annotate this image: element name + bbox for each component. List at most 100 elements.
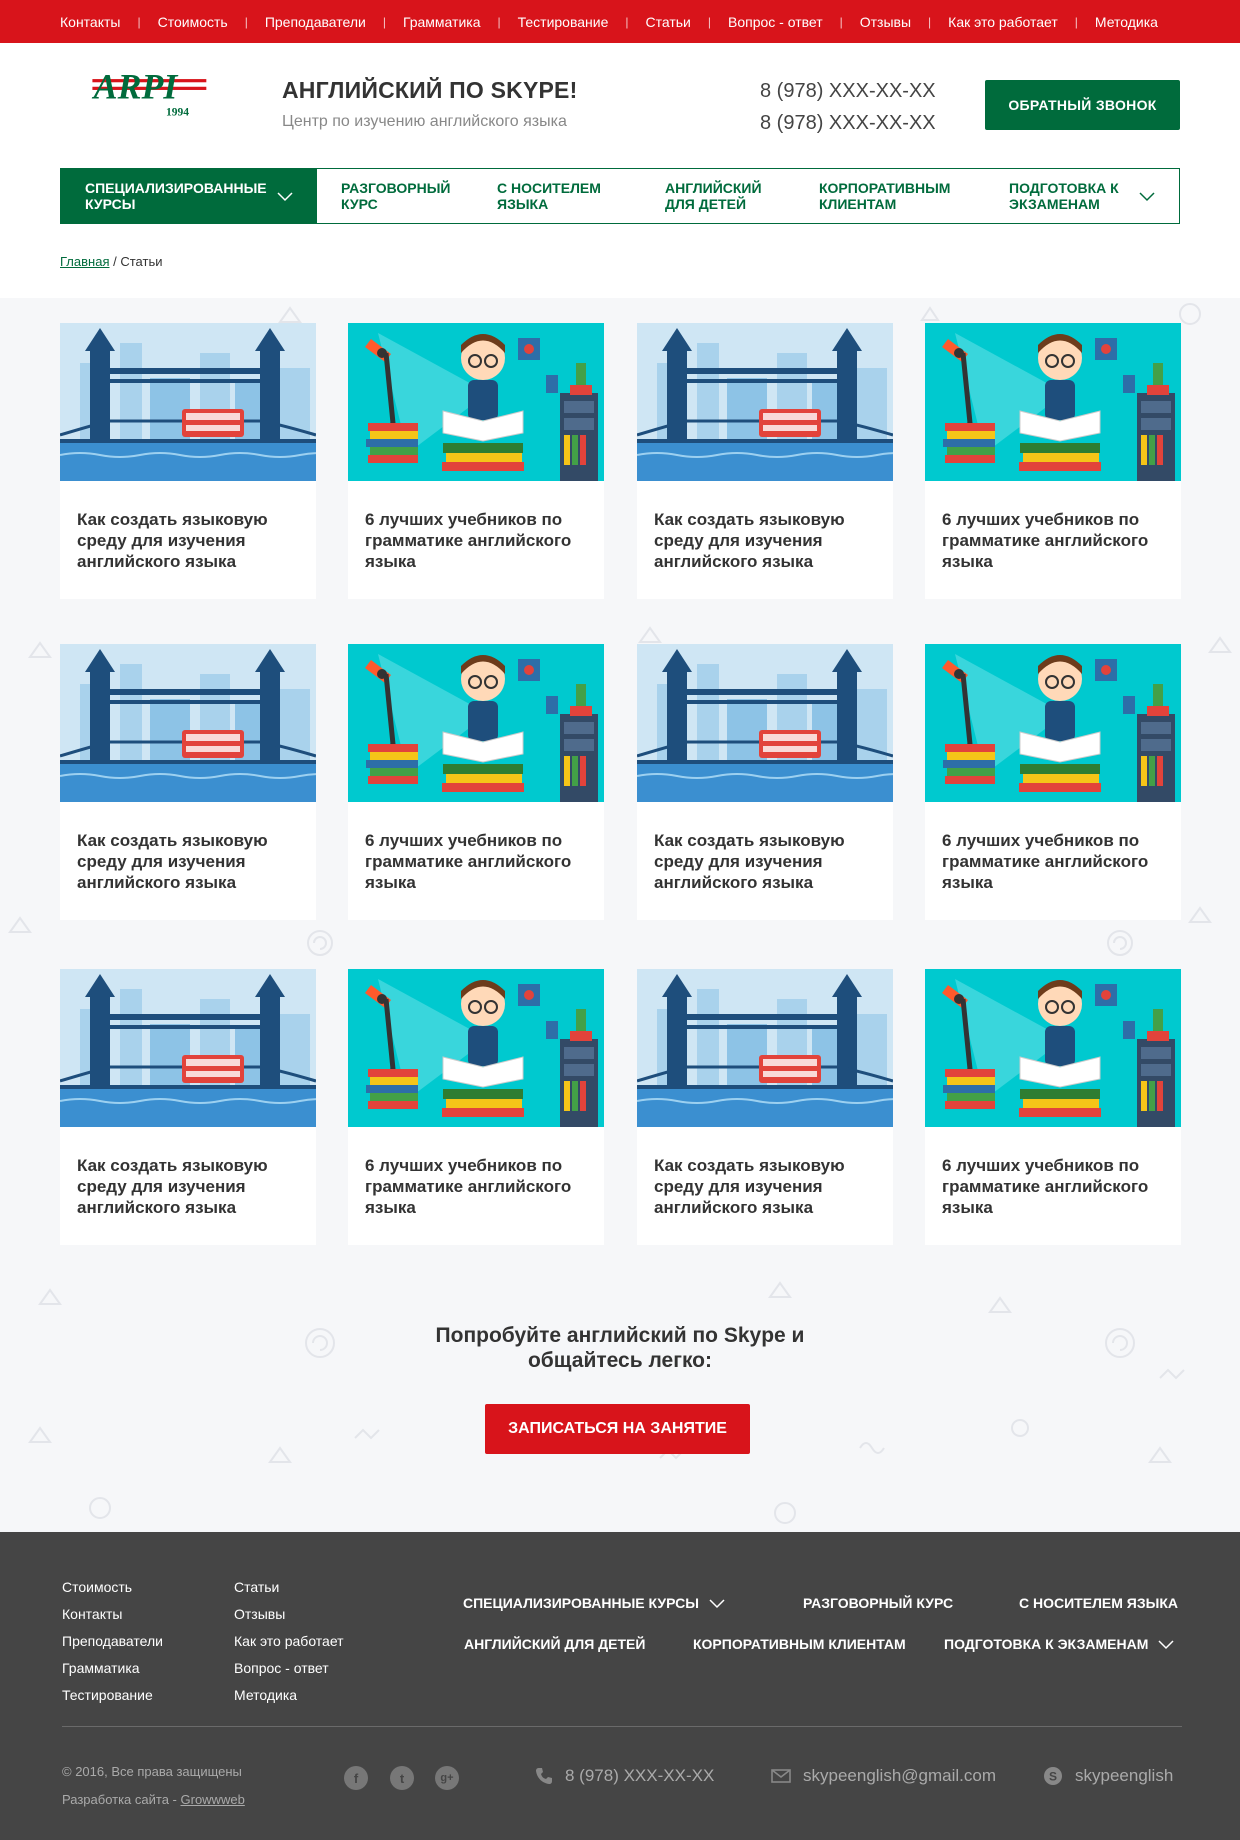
article-card[interactable]: 6 лучших учебников по грамматике английс… — [925, 644, 1181, 920]
google-plus-icon[interactable]: g+ — [435, 1766, 459, 1790]
tower-bridge-illustration — [637, 969, 893, 1127]
nav-item-corporate[interactable]: КОРПОРАТИВНЫМ КЛИЕНТАМ — [795, 169, 985, 223]
article-title[interactable]: Как создать языковую среду для изучения … — [77, 830, 302, 893]
footer-nav-kids[interactable]: АНГЛИЙСКИЙ ДЛЯ ДЕТЕЙ — [464, 1636, 645, 1652]
topbar-link-teachers[interactable]: Преподаватели — [265, 14, 366, 30]
article-thumbnail[interactable] — [60, 644, 316, 802]
nav-item-exam-prep[interactable]: ПОДГОТОВКА К ЭКЗАМЕНАМ — [985, 169, 1179, 223]
signup-lesson-button[interactable]: ЗАПИСАТЬСЯ НА ЗАНЯТИЕ — [485, 1404, 750, 1454]
article-thumbnail[interactable] — [637, 644, 893, 802]
footer-link[interactable]: Как это работает — [234, 1628, 344, 1655]
tower-bridge-illustration — [60, 644, 316, 802]
header-phones: 8 (978) XXX-XX-XX 8 (978) XXX-XX-XX — [760, 75, 936, 139]
footer-phone[interactable]: 8 (978) XXX-XX-XX — [535, 1766, 714, 1786]
nav-item-kids[interactable]: АНГЛИЙСКИЙ ДЛЯ ДЕТЕЙ — [641, 169, 795, 223]
topbar-link-articles[interactable]: Статьи — [646, 14, 691, 30]
header-phone[interactable]: 8 (978) XXX-XX-XX — [760, 75, 936, 107]
nav-item-conversational[interactable]: РАЗГОВОРНЫЙ КУРС — [317, 169, 473, 223]
article-thumbnail[interactable] — [925, 644, 1181, 802]
footer-link[interactable]: Отзывы — [234, 1601, 344, 1628]
article-title[interactable]: 6 лучших учебников по грамматике английс… — [365, 830, 590, 893]
site-logo[interactable]: ARPI 1994 — [60, 65, 240, 145]
article-card[interactable]: 6 лучших учебников по грамматике английс… — [348, 323, 604, 599]
article-card[interactable]: Как создать языковую среду для изучения … — [637, 323, 893, 599]
footer-link[interactable]: Методика — [234, 1682, 344, 1709]
topbar-link-testing[interactable]: Тестирование — [518, 14, 609, 30]
article-card[interactable]: Как создать языковую среду для изучения … — [637, 969, 893, 1245]
twitter-icon[interactable]: t — [390, 1766, 414, 1790]
cta-line: общайтесь легко: — [527, 1349, 713, 1372]
article-card[interactable]: 6 лучших учебников по грамматике английс… — [348, 969, 604, 1245]
header-phone[interactable]: 8 (978) XXX-XX-XX — [760, 107, 936, 139]
article-thumbnail[interactable] — [348, 969, 604, 1127]
footer-nav-corporate[interactable]: КОРПОРАТИВНЫМ КЛИЕНТАМ — [693, 1636, 906, 1652]
footer-nav-conversational[interactable]: РАЗГОВОРНЫЙ КУРС — [803, 1595, 953, 1611]
topbar-link-price[interactable]: Стоимость — [158, 14, 228, 30]
svg-text:1994: 1994 — [166, 107, 189, 119]
article-title[interactable]: 6 лучших учебников по грамматике английс… — [365, 509, 590, 572]
skype-icon: S — [1044, 1767, 1062, 1785]
article-thumbnail[interactable] — [637, 323, 893, 481]
article-card[interactable]: 6 лучших учебников по грамматике английс… — [348, 644, 604, 920]
article-card[interactable]: Как создать языковую среду для изучения … — [60, 969, 316, 1245]
breadcrumb-home-link[interactable]: Главная — [60, 254, 109, 269]
topbar-link-contacts[interactable]: Контакты — [60, 14, 120, 30]
article-title[interactable]: 6 лучших учебников по грамматике английс… — [942, 1155, 1167, 1218]
student-reading-illustration — [925, 323, 1181, 481]
topbar-separator: | — [137, 14, 141, 29]
footer-nav-label: АНГЛИЙСКИЙ ДЛЯ ДЕТЕЙ — [464, 1636, 646, 1652]
nav-item-native-speaker[interactable]: С НОСИТЕЛЕМ ЯЗЫКА — [473, 169, 641, 223]
article-thumbnail[interactable] — [60, 323, 316, 481]
topbar-link-faq[interactable]: Вопрос - ответ — [728, 14, 823, 30]
footer-link[interactable]: Вопрос - ответ — [234, 1655, 344, 1682]
footer-link[interactable]: Стоимость — [62, 1574, 163, 1601]
callback-button[interactable]: ОБРАТНЫЙ ЗВОНОК — [985, 80, 1180, 130]
article-title[interactable]: 6 лучших учебников по грамматике английс… — [365, 1155, 590, 1218]
article-thumbnail[interactable] — [348, 323, 604, 481]
footer-link[interactable]: Тестирование — [62, 1682, 163, 1709]
article-title[interactable]: Как создать языковую среду для изучения … — [654, 830, 879, 893]
topbar-link-method[interactable]: Методика — [1095, 14, 1158, 30]
nav-item-specialized-courses[interactable]: СПЕЦИАЛИЗИРОВАННЫЕ КУРСЫ — [61, 169, 317, 223]
footer-skype[interactable]: S skypeenglish — [1043, 1766, 1173, 1786]
nav-item-label: АНГЛИЙСКИЙ ДЛЯ ДЕТЕЙ — [665, 180, 762, 212]
topbar-link-grammar[interactable]: Грамматика — [403, 14, 481, 30]
footer-email[interactable]: skypeenglish@gmail.com — [771, 1766, 996, 1786]
article-title[interactable]: Как создать языковую среду для изучения … — [654, 509, 879, 572]
footer-nav-exam-prep[interactable]: ПОДГОТОВКА К ЭКЗАМЕНАМ — [944, 1636, 1174, 1652]
copyright-text: © 2016, Все права защищены — [62, 1764, 242, 1779]
footer-nav-label: СПЕЦИАЛИЗИРОВАННЫЕ КУРСЫ — [463, 1595, 699, 1611]
article-thumbnail[interactable] — [925, 323, 1181, 481]
article-thumbnail[interactable] — [637, 969, 893, 1127]
article-thumbnail[interactable] — [348, 644, 604, 802]
topbar-separator: | — [928, 14, 932, 29]
nav-item-label: ПОДГОТОВКА К ЭКЗАМЕНАМ — [1009, 180, 1119, 212]
footer-link[interactable]: Контакты — [62, 1601, 163, 1628]
article-title[interactable]: 6 лучших учебников по грамматике английс… — [942, 509, 1167, 572]
article-card[interactable]: 6 лучших учебников по грамматике английс… — [925, 969, 1181, 1245]
article-title[interactable]: 6 лучших учебников по грамматике английс… — [942, 830, 1167, 893]
topbar-link-how-it-works[interactable]: Как это работает — [948, 14, 1058, 30]
footer-link[interactable]: Грамматика — [62, 1655, 163, 1682]
article-card[interactable]: 6 лучших учебников по грамматике английс… — [925, 323, 1181, 599]
article-title[interactable]: Как создать языковую среду для изучения … — [654, 1155, 879, 1218]
article-card[interactable]: Как создать языковую среду для изучения … — [60, 323, 316, 599]
footer-nav-specialized-courses[interactable]: СПЕЦИАЛИЗИРОВАННЫЕ КУРСЫ — [463, 1595, 725, 1611]
article-title[interactable]: Как создать языковую среду для изучения … — [77, 509, 302, 572]
article-title[interactable]: Как создать языковую среду для изучения … — [77, 1155, 302, 1218]
article-card[interactable]: Как создать языковую среду для изучения … — [60, 644, 316, 920]
article-thumbnail[interactable] — [60, 969, 316, 1127]
facebook-icon[interactable]: f — [344, 1766, 368, 1790]
footer-link[interactable]: Преподаватели — [62, 1628, 163, 1655]
article-thumbnail[interactable] — [925, 969, 1181, 1127]
footer-link[interactable]: Статьи — [234, 1574, 344, 1601]
cta-line: Попробуйте английский по Skype и — [435, 1324, 805, 1347]
article-card[interactable]: Как создать языковую среду для изучения … — [637, 644, 893, 920]
developer-link[interactable]: Growwweb — [181, 1792, 245, 1807]
breadcrumb-current: Статьи — [120, 254, 163, 269]
footer-nav-native-speaker[interactable]: С НОСИТЕЛЕМ ЯЗЫКА — [1019, 1595, 1178, 1611]
topbar-separator: | — [1074, 14, 1078, 29]
brand-subtitle: Центр по изучению английского языка — [282, 113, 567, 130]
topbar-link-reviews[interactable]: Отзывы — [860, 14, 911, 30]
chevron-down-icon — [709, 1599, 725, 1609]
